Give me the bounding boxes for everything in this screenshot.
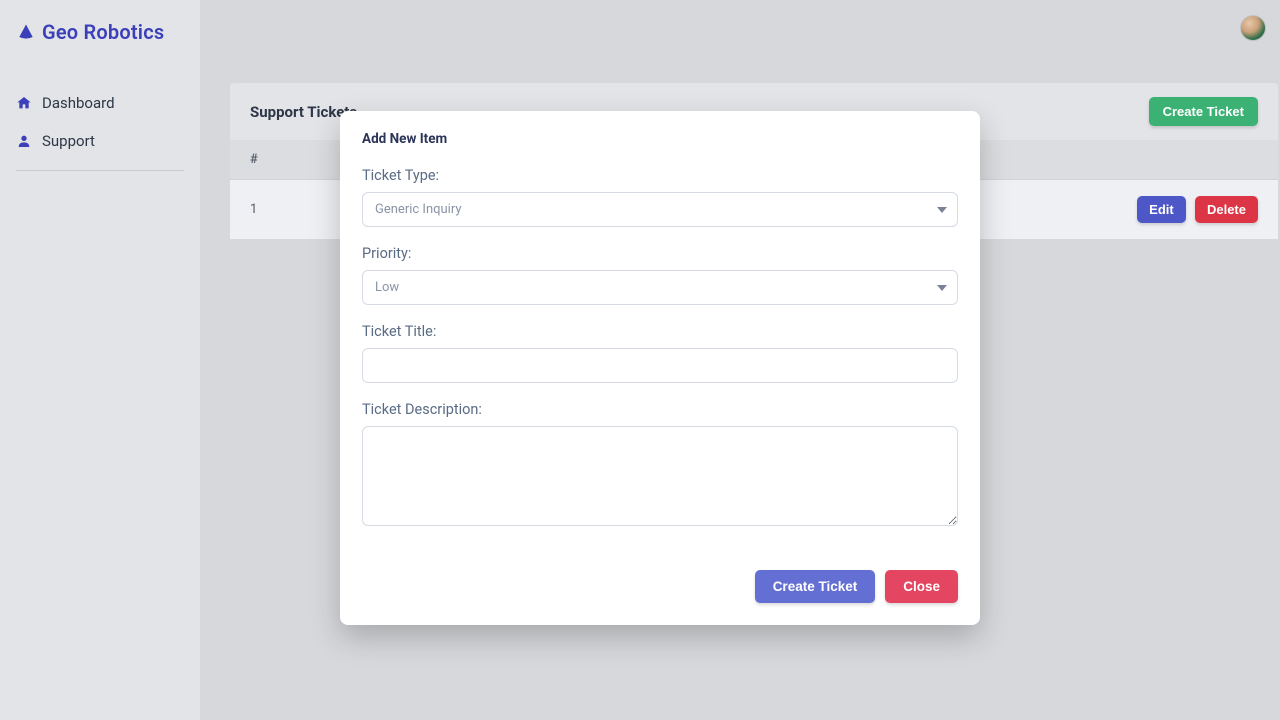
modal-create-button[interactable]: Create Ticket — [755, 570, 876, 603]
cell-actions: Edit Delete — [1078, 180, 1278, 240]
col-header-actions — [1078, 140, 1278, 180]
col-header-num: # — [230, 140, 320, 180]
field-ticket-title: Ticket Title: — [362, 323, 958, 383]
priority-select[interactable]: Low — [362, 270, 958, 305]
sidebar-item-support[interactable]: Support — [10, 122, 190, 160]
brand-logo-icon — [16, 22, 36, 42]
topbar — [200, 0, 1280, 55]
modal-close-button[interactable]: Close — [885, 570, 958, 603]
modal-title: Add New Item — [362, 131, 958, 147]
ticket-type-label: Ticket Type: — [362, 167, 958, 184]
add-ticket-modal: Add New Item Ticket Type: Generic Inquir… — [340, 111, 980, 625]
user-icon — [16, 133, 32, 149]
avatar[interactable] — [1240, 15, 1266, 41]
edit-button[interactable]: Edit — [1137, 196, 1186, 223]
delete-button[interactable]: Delete — [1195, 196, 1258, 223]
field-priority: Priority: Low — [362, 245, 958, 305]
priority-label: Priority: — [362, 245, 958, 262]
create-ticket-button[interactable]: Create Ticket — [1149, 97, 1258, 126]
field-ticket-type: Ticket Type: Generic Inquiry — [362, 167, 958, 227]
cell-num: 1 — [230, 180, 320, 240]
sidebar-nav: Dashboard Support — [0, 64, 200, 171]
ticket-title-input[interactable] — [362, 348, 958, 383]
home-icon — [16, 95, 32, 111]
sidebar-item-label: Support — [42, 132, 95, 150]
ticket-title-label: Ticket Title: — [362, 323, 958, 340]
modal-footer: Create Ticket Close — [362, 570, 958, 603]
sidebar: Geo Robotics Dashboard Support — [0, 0, 200, 720]
sidebar-item-label: Dashboard — [42, 94, 115, 112]
sidebar-divider — [16, 170, 184, 171]
ticket-description-label: Ticket Description: — [362, 401, 958, 418]
ticket-description-textarea[interactable] — [362, 426, 958, 526]
brand: Geo Robotics — [0, 14, 200, 64]
field-ticket-description: Ticket Description: — [362, 401, 958, 530]
sidebar-item-dashboard[interactable]: Dashboard — [10, 84, 190, 122]
ticket-type-select[interactable]: Generic Inquiry — [362, 192, 958, 227]
brand-name: Geo Robotics — [42, 20, 164, 44]
